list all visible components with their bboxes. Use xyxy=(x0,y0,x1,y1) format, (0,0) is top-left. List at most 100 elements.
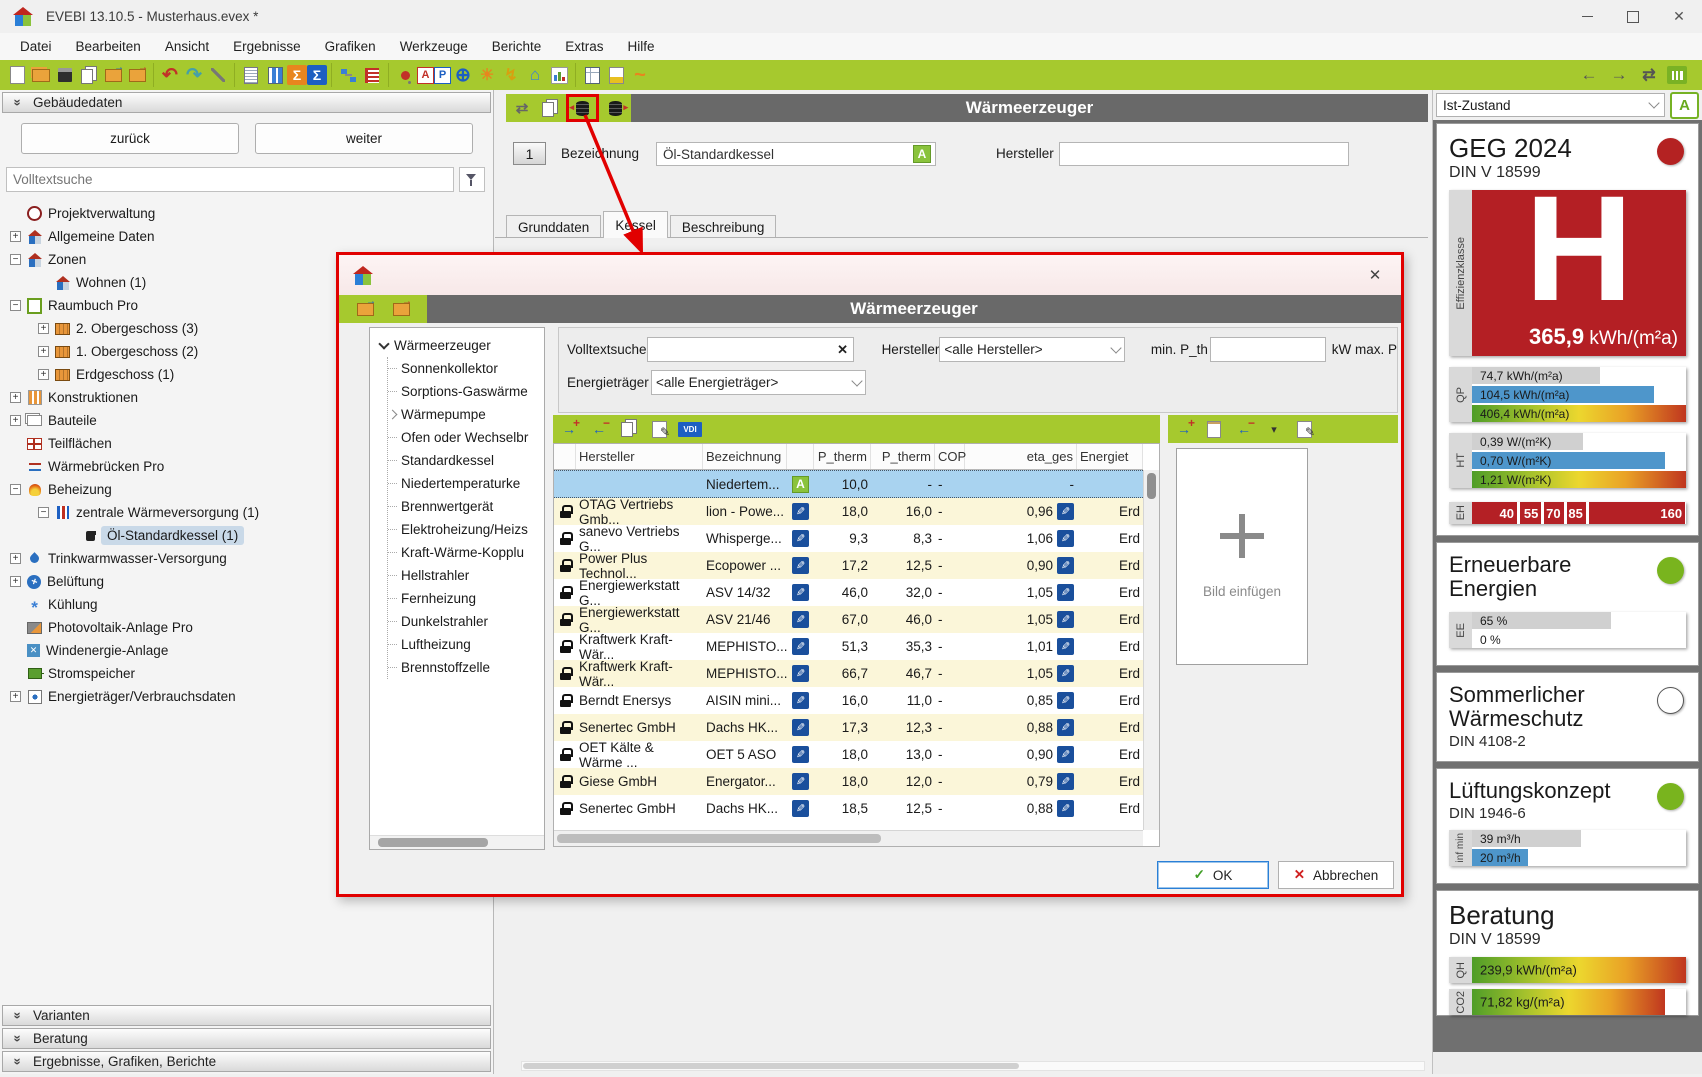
back-icon[interactable] xyxy=(1577,62,1601,88)
table-row[interactable]: Senertec GmbH Dachs HK... 18,5 12,5 - 0,… xyxy=(554,795,1143,822)
table-row[interactable]: Power Plus Technol... Ecopower ... 17,2 … xyxy=(554,552,1143,579)
edit-pencil-icon[interactable] xyxy=(1057,584,1074,601)
report-icon[interactable] xyxy=(239,62,263,88)
image-placeholder[interactable]: Bild einfügen xyxy=(1176,448,1308,665)
hersteller-select[interactable]: <alle Hersteller> xyxy=(939,337,1125,362)
edit-image-icon[interactable] xyxy=(1293,418,1315,440)
clear-min-pth-icon[interactable] xyxy=(1396,342,1398,358)
ok-button[interactable]: OK xyxy=(1157,861,1269,889)
export-icon[interactable] xyxy=(125,62,149,88)
a-mode-button[interactable]: A xyxy=(1670,92,1699,119)
edit-pencil-icon[interactable] xyxy=(1057,611,1074,628)
edit-pencil-icon[interactable] xyxy=(792,665,809,682)
category-item[interactable]: Luftheizung xyxy=(388,633,544,656)
cancel-button[interactable]: Abbrechen xyxy=(1278,861,1394,889)
copy-row-icon[interactable] xyxy=(618,418,640,440)
tree-expander-icon[interactable] xyxy=(10,553,21,564)
globe-icon[interactable] xyxy=(451,62,475,88)
table-row[interactable]: Berndt Enersys AISIN mini... 16,0 11,0 -… xyxy=(554,687,1143,714)
table-row[interactable]: sanevo Vertriebs G... Whisperge... 9,3 8… xyxy=(554,525,1143,552)
col-energietraeger[interactable]: Energiet xyxy=(1077,444,1143,469)
wizard-icon[interactable] xyxy=(206,62,230,88)
marker-icon[interactable] xyxy=(393,62,417,88)
maximize-button[interactable] xyxy=(1610,0,1656,33)
edit-pencil-icon[interactable] xyxy=(1057,800,1074,817)
database-export-icon[interactable] xyxy=(603,95,627,121)
table-row[interactable]: OTAG Vertriebs Gmb... lion - Powe... 18,… xyxy=(554,498,1143,525)
edit-pencil-icon[interactable] xyxy=(1057,746,1074,763)
folder-export-icon[interactable] xyxy=(389,296,413,322)
category-item[interactable]: Fernheizung xyxy=(388,587,544,610)
col-ptherm1[interactable]: P_therm xyxy=(814,444,871,469)
edit-pencil-icon[interactable] xyxy=(792,611,809,628)
min-pth-input[interactable] xyxy=(1211,338,1396,361)
remove-row-icon[interactable] xyxy=(588,418,610,440)
tree-expander-icon[interactable] xyxy=(38,369,49,380)
open-file-icon[interactable] xyxy=(29,62,53,88)
col-bezeichnung[interactable]: Bezeichnung xyxy=(703,444,787,469)
p-badge-icon[interactable] xyxy=(434,67,451,84)
tree-expander-icon[interactable] xyxy=(38,323,49,334)
a-badge-icon[interactable] xyxy=(417,67,434,84)
exchange-icon[interactable] xyxy=(510,95,534,121)
workflow-icon[interactable] xyxy=(336,62,360,88)
edit-pencil-icon[interactable] xyxy=(792,503,809,520)
edit-pencil-icon[interactable] xyxy=(1057,692,1074,709)
table-row[interactable]: Energiewerkstatt G... ASV 14/32 46,0 32,… xyxy=(554,579,1143,606)
transfer-icon[interactable] xyxy=(1637,62,1661,88)
dialog-close-icon[interactable] xyxy=(1363,266,1387,284)
horizontal-scrollbar[interactable] xyxy=(521,1061,1425,1071)
chart-doc-icon[interactable] xyxy=(604,62,628,88)
menu-item[interactable]: Datei xyxy=(8,35,64,58)
collapsed-panel[interactable]: » Ergebnisse, Grafiken, Berichte xyxy=(2,1051,491,1072)
save-icon[interactable] xyxy=(53,62,77,88)
table-row[interactable]: OET Kälte & Wärme ... OET 5 ASO 18,0 13,… xyxy=(554,741,1143,768)
stats-icon[interactable] xyxy=(547,62,571,88)
power-icon[interactable] xyxy=(499,62,523,88)
sum-costs-icon[interactable] xyxy=(287,65,307,85)
table-row[interactable]: Giese GmbH Energator... 18,0 12,0 - 0,79… xyxy=(554,768,1143,795)
undo-icon[interactable] xyxy=(158,62,182,88)
edit-pencil-icon[interactable] xyxy=(1057,503,1074,520)
building-icon[interactable] xyxy=(523,62,547,88)
redo-icon[interactable] xyxy=(182,62,206,88)
category-item[interactable]: Kraft-Wärme-Kopplu xyxy=(388,541,544,564)
category-item[interactable]: Standardkessel xyxy=(388,449,544,472)
edit-pencil-icon[interactable] xyxy=(1057,638,1074,655)
table-report-icon[interactable] xyxy=(580,62,604,88)
add-image-icon[interactable] xyxy=(1173,418,1195,440)
table-row[interactable]: Kraftwerk Kraft-Wär... MEPHISTO... 51,3 … xyxy=(554,633,1143,660)
category-item[interactable]: Niedertemperaturke xyxy=(388,472,544,495)
minimize-button[interactable] xyxy=(1564,0,1610,33)
menu-item[interactable]: Ansicht xyxy=(153,35,221,58)
folder-import-icon[interactable] xyxy=(353,296,377,322)
menu-item[interactable]: Berichte xyxy=(480,35,554,58)
menu-item[interactable]: Ergebnisse xyxy=(221,35,313,58)
edit-pencil-icon[interactable] xyxy=(792,773,809,790)
tab[interactable]: Grunddaten xyxy=(506,215,601,238)
menu-item[interactable]: Extras xyxy=(553,35,615,58)
menu-item[interactable]: Hilfe xyxy=(616,35,667,58)
category-item[interactable]: Dunkelstrahler xyxy=(388,610,544,633)
remove-image-icon[interactable] xyxy=(1233,418,1255,440)
tree-expander-icon[interactable] xyxy=(10,231,21,242)
edit-pencil-icon[interactable] xyxy=(1057,773,1074,790)
edit-pencil-icon[interactable] xyxy=(792,719,809,736)
curve-icon[interactable] xyxy=(628,62,652,88)
import-icon[interactable] xyxy=(101,62,125,88)
category-item[interactable]: Sonnenkollektor xyxy=(388,357,544,380)
category-item[interactable]: Brennstoffzelle xyxy=(388,656,544,679)
paste-image-icon[interactable] xyxy=(1203,418,1225,440)
tree-expander-icon[interactable] xyxy=(10,254,21,265)
clear-search-icon[interactable] xyxy=(833,342,853,358)
tree-item[interactable]: Allgemeine Daten xyxy=(0,225,493,248)
category-item[interactable]: Elektroheizung/Heizs xyxy=(388,518,544,541)
new-file-icon[interactable] xyxy=(5,62,29,88)
edit-pencil-icon[interactable] xyxy=(792,530,809,547)
edit-pencil-icon[interactable] xyxy=(792,746,809,763)
vdi-icon[interactable]: VDI xyxy=(678,422,702,437)
edit-pencil-icon[interactable] xyxy=(792,692,809,709)
menu-item[interactable]: Grafiken xyxy=(313,35,388,58)
close-button[interactable] xyxy=(1656,0,1702,33)
sidebar-header[interactable]: » Gebäudedaten xyxy=(2,92,491,113)
